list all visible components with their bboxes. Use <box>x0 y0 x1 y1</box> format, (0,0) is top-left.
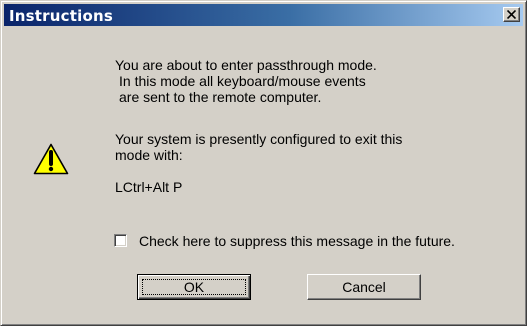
message-line-2: In this mode all keyboard/mouse events <box>119 73 366 89</box>
message-line-4: Your system is presently configured to e… <box>115 131 403 147</box>
cancel-button-label: Cancel <box>342 279 386 295</box>
suppress-checkbox[interactable] <box>114 234 127 247</box>
ok-button-label: OK <box>183 279 205 295</box>
message-line-3: are sent to the remote computer. <box>119 89 322 105</box>
title-bar[interactable]: Instructions <box>4 4 523 26</box>
close-icon <box>507 10 516 19</box>
warning-icon <box>33 143 69 175</box>
message-line-5: mode with: <box>115 147 183 163</box>
close-button[interactable] <box>503 7 520 22</box>
window-title: Instructions <box>9 7 113 25</box>
cancel-button[interactable]: Cancel <box>307 274 421 300</box>
instructions-dialog: Instructions You are about to enter pass… <box>0 0 527 326</box>
hotkey-text: LCtrl+Alt P <box>115 179 183 195</box>
suppress-checkbox-label[interactable]: Check here to suppress this message in t… <box>139 233 455 249</box>
message-line-1: You are about to enter passthrough mode. <box>115 57 377 73</box>
ok-button[interactable]: OK <box>137 274 251 300</box>
